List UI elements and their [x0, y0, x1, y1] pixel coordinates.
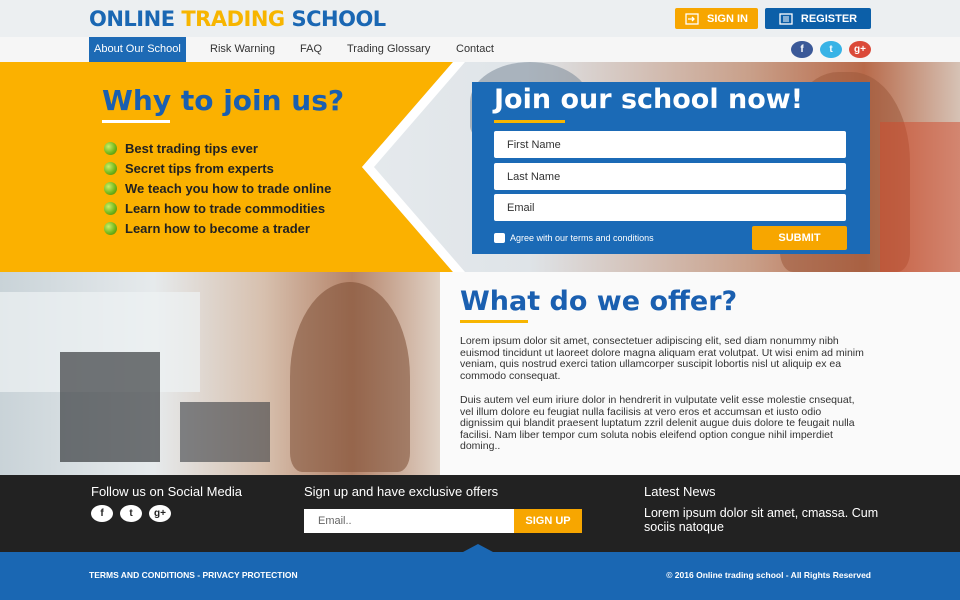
footer-links: TERMS AND CONDITIONS - PRIVACY PROTECTIO…	[89, 570, 298, 580]
sign-in-icon	[685, 12, 699, 25]
social-heading: Follow us on Social Media	[91, 484, 243, 499]
green-bullet-icon	[104, 221, 117, 235]
join-form-panel: Join our school now! Agree with our term…	[472, 82, 870, 254]
terms-agreement: Agree with our terms and conditions	[494, 233, 654, 243]
email-field[interactable]	[494, 194, 846, 221]
offer-title: What do we offer?	[460, 286, 738, 317]
green-bullet-icon	[104, 181, 117, 195]
why-join-underline	[102, 120, 170, 123]
register-button[interactable]: REGISTER	[765, 8, 871, 29]
nav-item-risk-warning[interactable]: Risk Warning	[210, 37, 275, 62]
last-name-field[interactable]	[494, 163, 846, 190]
first-name-field[interactable]	[494, 131, 846, 158]
footer-twitter-icon[interactable]: t	[120, 505, 142, 522]
terms-link[interactable]: TERMS AND CONDITIONS	[89, 570, 195, 580]
sign-in-button[interactable]: SIGN IN	[675, 8, 758, 29]
offer-paragraph-1: Lorem ipsum dolor sit amet, consectetuer…	[460, 335, 864, 382]
news-text: Lorem ipsum dolor sit amet, cmassa. Cum …	[644, 506, 879, 534]
sign-in-label: SIGN IN	[707, 12, 748, 25]
nav-item-contact[interactable]: Contact	[456, 37, 494, 62]
google-plus-icon[interactable]: g+	[849, 41, 871, 58]
terms-checkbox[interactable]	[494, 233, 505, 243]
why-join-title: Why to join us?	[102, 84, 345, 117]
join-form-underline	[494, 120, 565, 123]
footer-link-separator: -	[194, 570, 203, 580]
offer-underline	[460, 320, 528, 323]
classroom-photo	[0, 272, 440, 475]
nav-item-trading-glossary[interactable]: Trading Glossary	[347, 37, 430, 62]
twitter-icon[interactable]: t	[820, 41, 842, 58]
privacy-link[interactable]: PRIVACY PROTECTION	[203, 570, 298, 580]
terms-label: Agree with our terms and conditions	[510, 233, 654, 243]
footer-google-plus-icon[interactable]: g+	[149, 505, 171, 522]
footer-facebook-icon[interactable]: f	[91, 505, 113, 522]
green-bullet-icon	[104, 141, 117, 155]
nav-item-faq[interactable]: FAQ	[300, 37, 322, 62]
list-item: Secret tips from experts	[104, 158, 331, 178]
list-item: Learn how to trade commodities	[104, 198, 331, 218]
join-form-title: Join our school now!	[494, 84, 804, 115]
register-label: REGISTER	[800, 12, 858, 25]
footer-main: Follow us on Social Media f t g+ Sign up…	[0, 475, 960, 552]
footer-bottom: TERMS AND CONDITIONS - PRIVACY PROTECTIO…	[0, 552, 960, 600]
register-icon	[779, 12, 793, 25]
green-bullet-icon	[104, 161, 117, 175]
newsletter-email-field[interactable]	[304, 509, 514, 533]
sign-up-button[interactable]: SIGN UP	[514, 509, 582, 533]
offer-paragraph-2: Duis autem vel eum iriure dolor in hendr…	[460, 394, 855, 453]
main-nav: About Our School Risk Warning FAQ Tradin…	[0, 37, 960, 62]
signup-heading: Sign up and have exclusive offers	[304, 484, 499, 499]
list-item: Best trading tips ever	[104, 138, 331, 158]
news-heading: Latest News	[644, 484, 716, 499]
green-bullet-icon	[104, 201, 117, 215]
nav-item-about-our-school[interactable]: About Our School	[89, 37, 186, 62]
list-item: We teach you how to trade online	[104, 178, 331, 198]
why-join-list: Best trading tips ever Secret tips from …	[104, 138, 331, 238]
list-item: Learn how to become a trader	[104, 218, 331, 238]
submit-button[interactable]: SUBMIT	[752, 226, 847, 250]
site-logo[interactable]: ONLINE TRADING SCHOOL	[89, 6, 386, 32]
copyright-text: © 2016 Online trading school - All Right…	[666, 570, 871, 580]
facebook-icon[interactable]: f	[791, 41, 813, 58]
hero-section: Why to join us? Best trading tips ever S…	[0, 62, 960, 272]
offer-section: What do we offer? Lorem ipsum dolor sit …	[0, 272, 960, 475]
